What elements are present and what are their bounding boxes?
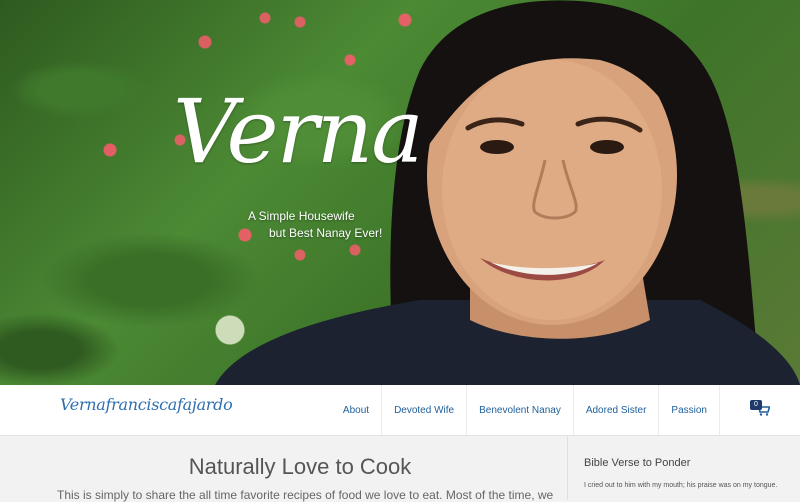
cart-button[interactable]: 0: [719, 385, 800, 435]
hero-banner: Verna A Simple Housewife but Best Nanay …: [0, 0, 800, 385]
nav-item-benevolent-nanay[interactable]: Benevolent Nanay: [466, 385, 573, 435]
top-navbar: Vernafranciscafajardo About Devoted Wife…: [0, 385, 800, 436]
logo-script-text: Verna: [173, 80, 424, 183]
cart-count-badge: 0: [750, 400, 762, 410]
page-title: Naturally Love to Cook: [188, 454, 412, 479]
bible-verse-text: I cried out to him with my mouth; his pr…: [584, 482, 778, 489]
nav-item-devoted-wife[interactable]: Devoted Wife: [381, 385, 466, 435]
main-nav: About Devoted Wife Benevolent Nanay Ador…: [331, 385, 800, 435]
sidebar-title: Bible Verse to Ponder: [584, 457, 691, 469]
verna-logo: Verna A Simple Housewife but Best Nanay …: [165, 80, 424, 270]
site-brand-logo[interactable]: Vernafranciscafajardo: [60, 395, 233, 414]
tagline-line-2: but Best Nanay Ever!: [269, 226, 383, 240]
nav-item-adored-sister[interactable]: Adored Sister: [572, 385, 659, 435]
sidebar-widget: Bible Verse to Ponder I cried out to him…: [567, 436, 800, 500]
tagline-line-1: A Simple Housewife: [248, 209, 355, 223]
nav-item-passion[interactable]: Passion: [658, 385, 719, 435]
content-area: Naturally Love to Cook This is simply to…: [0, 436, 800, 502]
nav-item-about[interactable]: About: [331, 385, 381, 435]
